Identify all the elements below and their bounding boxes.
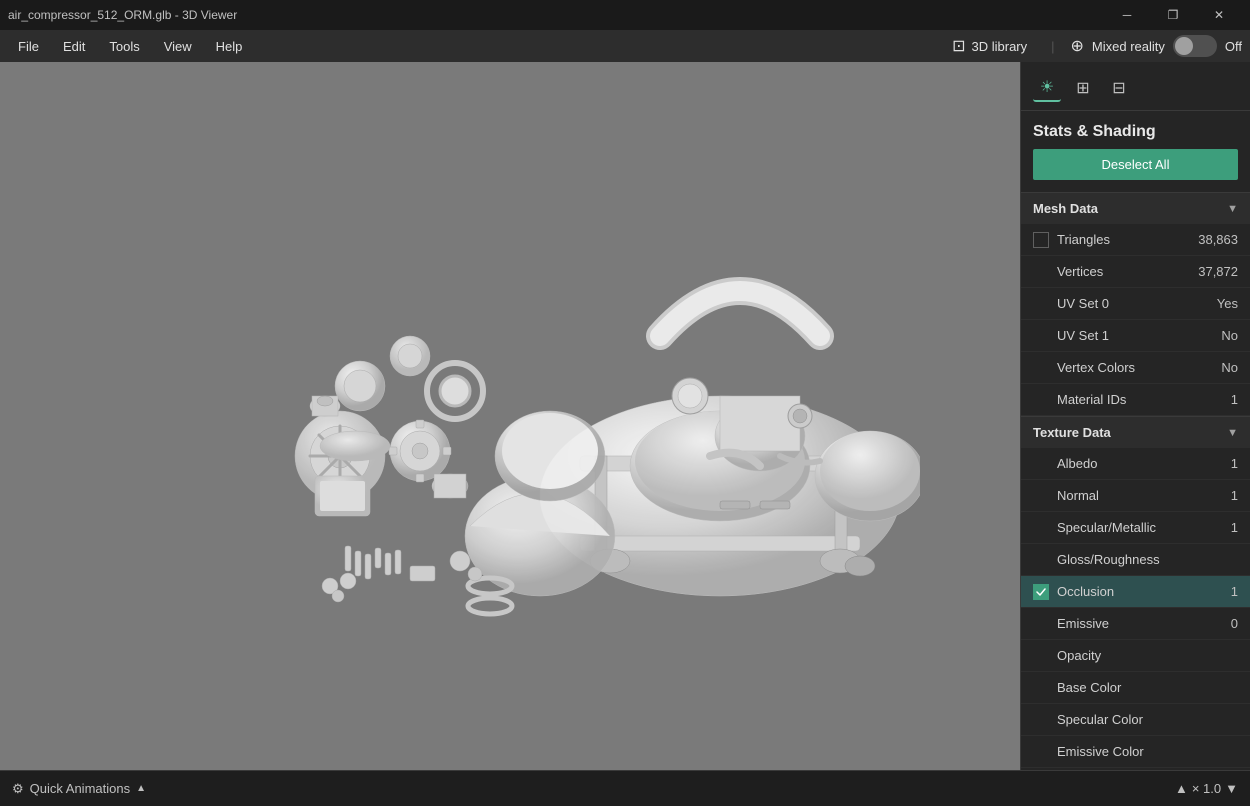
close-button[interactable]: ✕ bbox=[1196, 0, 1242, 30]
model-container bbox=[0, 62, 1020, 770]
toggle-knob bbox=[1175, 37, 1193, 55]
checkmark-icon bbox=[1036, 588, 1046, 596]
specular-metallic-value: 1 bbox=[1231, 520, 1238, 535]
normal-value: 1 bbox=[1231, 488, 1238, 503]
vertex-colors-label: Vertex Colors bbox=[1057, 360, 1221, 375]
vertex-colors-row: Vertex Colors No bbox=[1021, 352, 1250, 384]
uvset0-row: UV Set 0 Yes bbox=[1021, 288, 1250, 320]
menu-help[interactable]: Help bbox=[206, 35, 253, 58]
uvset1-label: UV Set 1 bbox=[1057, 328, 1221, 343]
mixed-reality-label: Mixed reality bbox=[1092, 39, 1165, 54]
emissive-label: Emissive bbox=[1057, 616, 1231, 631]
menu-separator: | bbox=[1051, 39, 1054, 54]
specular-color-label: Specular Color bbox=[1057, 712, 1238, 727]
specular-color-row: Specular Color bbox=[1021, 704, 1250, 736]
gloss-roughness-row: Gloss/Roughness bbox=[1021, 544, 1250, 576]
zoom-label: × 1.0 bbox=[1192, 781, 1221, 796]
menu-edit[interactable]: Edit bbox=[53, 35, 95, 58]
opacity-label: Opacity bbox=[1057, 648, 1238, 663]
specular-metallic-label: Specular/Metallic bbox=[1057, 520, 1231, 535]
panel-title: Stats & Shading bbox=[1021, 111, 1250, 149]
3d-viewport[interactable] bbox=[0, 62, 1020, 770]
minimize-button[interactable]: ─ bbox=[1104, 0, 1150, 30]
occlusion-value: 1 bbox=[1231, 584, 1238, 599]
base-color-label: Base Color bbox=[1057, 680, 1238, 695]
normal-label: Normal bbox=[1057, 488, 1231, 503]
animation-icon: ⚙ bbox=[12, 781, 24, 797]
zoom-down-icon[interactable]: ▼ bbox=[1225, 781, 1238, 796]
material-ids-row: Material IDs 1 bbox=[1021, 384, 1250, 416]
occlusion-checkbox[interactable] bbox=[1033, 584, 1049, 600]
occlusion-row: Occlusion 1 bbox=[1021, 576, 1250, 608]
grid-icon[interactable]: ⊞ bbox=[1069, 74, 1097, 102]
menu-file[interactable]: File bbox=[8, 35, 49, 58]
mesh-data-chevron: ▼ bbox=[1227, 203, 1238, 215]
uvset1-row: UV Set 1 No bbox=[1021, 320, 1250, 352]
bottom-bar: ⚙ Quick Animations ▲ ▲ × 1.0 ▼ bbox=[0, 770, 1250, 806]
normal-row: Normal 1 bbox=[1021, 480, 1250, 512]
albedo-row: Albedo 1 bbox=[1021, 448, 1250, 480]
uvset1-value: No bbox=[1221, 328, 1238, 343]
mesh-data-header[interactable]: Mesh Data ▼ bbox=[1021, 192, 1250, 224]
restore-button[interactable]: ❐ bbox=[1150, 0, 1196, 30]
grid2-icon[interactable]: ⊟ bbox=[1105, 74, 1133, 102]
panel-toolbar: ☀ ⊞ ⊟ bbox=[1021, 62, 1250, 111]
library-label: 3D library bbox=[972, 39, 1028, 54]
uvset0-value: Yes bbox=[1217, 296, 1238, 311]
emissive-color-row: Emissive Color bbox=[1021, 736, 1250, 768]
triangles-checkbox[interactable] bbox=[1033, 232, 1049, 248]
main-area: ☀ ⊞ ⊟ Stats & Shading Deselect All Mesh … bbox=[0, 62, 1250, 770]
quick-animations-button[interactable]: ⚙ Quick Animations ▲ bbox=[12, 781, 146, 797]
emissive-color-label: Emissive Color bbox=[1057, 744, 1238, 759]
zoom-up-icon[interactable]: ▲ bbox=[1175, 781, 1188, 796]
mixed-reality-state: Off bbox=[1225, 39, 1242, 54]
menu-bar: File Edit Tools View Help ⊡ 3D library |… bbox=[0, 30, 1250, 62]
texture-data-chevron: ▼ bbox=[1227, 427, 1238, 439]
sun-icon[interactable]: ☀ bbox=[1033, 74, 1061, 102]
menu-view[interactable]: View bbox=[154, 35, 202, 58]
albedo-label: Albedo bbox=[1057, 456, 1231, 471]
material-ids-value: 1 bbox=[1231, 392, 1238, 407]
vertices-row: Vertices 37,872 bbox=[1021, 256, 1250, 288]
zoom-control: ▲ × 1.0 ▼ bbox=[1175, 781, 1238, 796]
library-icon: ⊡ bbox=[952, 36, 965, 56]
mixed-reality-icon: ⊕ bbox=[1071, 36, 1084, 56]
occlusion-label: Occlusion bbox=[1057, 584, 1231, 599]
mixed-reality-toggle[interactable] bbox=[1173, 35, 1217, 57]
vertices-label: Vertices bbox=[1057, 264, 1198, 279]
mesh-data-title: Mesh Data bbox=[1033, 201, 1098, 216]
opacity-row: Opacity bbox=[1021, 640, 1250, 672]
emissive-row: Emissive 0 bbox=[1021, 608, 1250, 640]
title-bar: air_compressor_512_ORM.glb - 3D Viewer ─… bbox=[0, 0, 1250, 30]
triangles-label: Triangles bbox=[1057, 232, 1198, 247]
menu-right: ⊡ 3D library | ⊕ Mixed reality Off bbox=[944, 32, 1242, 60]
quick-animations-chevron-up: ▲ bbox=[136, 783, 146, 794]
triangles-row: Triangles 38,863 bbox=[1021, 224, 1250, 256]
base-color-row: Base Color bbox=[1021, 672, 1250, 704]
texture-data-title: Texture Data bbox=[1033, 425, 1111, 440]
vertices-value: 37,872 bbox=[1198, 264, 1238, 279]
window-title: air_compressor_512_ORM.glb - 3D Viewer bbox=[8, 8, 237, 22]
texture-data-header[interactable]: Texture Data ▼ bbox=[1021, 416, 1250, 448]
uvset0-label: UV Set 0 bbox=[1057, 296, 1217, 311]
vertex-colors-value: No bbox=[1221, 360, 1238, 375]
menu-items: File Edit Tools View Help bbox=[8, 35, 252, 58]
mixed-reality-section: ⊕ Mixed reality Off bbox=[1071, 35, 1242, 57]
triangles-value: 38,863 bbox=[1198, 232, 1238, 247]
3d-library-button[interactable]: ⊡ 3D library bbox=[944, 32, 1035, 60]
material-ids-label: Material IDs bbox=[1057, 392, 1231, 407]
deselect-all-button[interactable]: Deselect All bbox=[1033, 149, 1238, 180]
quick-animations-label: Quick Animations bbox=[30, 781, 130, 796]
window-controls: ─ ❐ ✕ bbox=[1104, 0, 1242, 30]
gloss-roughness-label: Gloss/Roughness bbox=[1057, 552, 1238, 567]
specular-metallic-row: Specular/Metallic 1 bbox=[1021, 512, 1250, 544]
albedo-value: 1 bbox=[1231, 456, 1238, 471]
right-panel: ☀ ⊞ ⊟ Stats & Shading Deselect All Mesh … bbox=[1020, 62, 1250, 770]
menu-tools[interactable]: Tools bbox=[99, 35, 149, 58]
model-svg bbox=[100, 106, 920, 726]
emissive-value: 0 bbox=[1231, 616, 1238, 631]
